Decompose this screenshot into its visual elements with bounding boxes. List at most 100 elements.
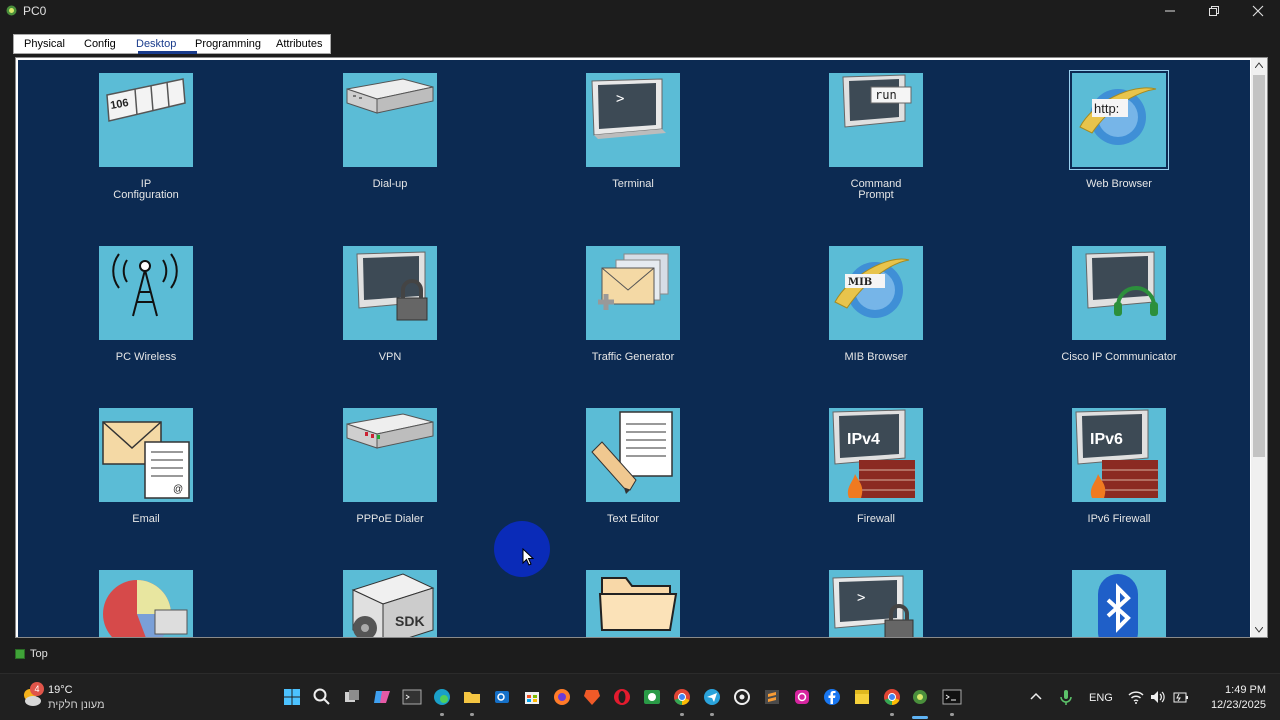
battery-icon[interactable] bbox=[1170, 687, 1190, 707]
chrome-profile-icon[interactable] bbox=[882, 687, 902, 707]
app-label: Web Browser bbox=[1086, 178, 1152, 190]
clock-date[interactable]: 12/23/2025 bbox=[1196, 699, 1266, 711]
app-email[interactable]: @ Email bbox=[58, 408, 238, 558]
tab-programming[interactable]: Programming bbox=[195, 38, 261, 50]
window-title: PC0 bbox=[23, 4, 47, 18]
svg-text:run: run bbox=[875, 88, 897, 102]
outlook-icon[interactable] bbox=[492, 687, 512, 707]
search-icon[interactable] bbox=[312, 687, 332, 707]
vpn-lock-icon bbox=[343, 246, 437, 340]
command-prompt-icon: run bbox=[829, 73, 923, 167]
app-command-prompt[interactable]: run Command Prompt bbox=[788, 73, 968, 223]
scroll-up-button[interactable] bbox=[1251, 58, 1267, 72]
store-icon[interactable] bbox=[522, 687, 542, 707]
maximize-button[interactable] bbox=[1192, 0, 1236, 22]
svg-text:SDK: SDK bbox=[395, 613, 425, 629]
app-label: IP Configuration bbox=[113, 178, 179, 201]
chevron-up-tray-icon[interactable] bbox=[1026, 687, 1046, 707]
facebook-icon[interactable] bbox=[822, 687, 842, 707]
windows-start-icon[interactable] bbox=[282, 687, 302, 707]
app-dial-up[interactable]: Dial-up bbox=[302, 73, 482, 223]
running-indicator bbox=[440, 713, 444, 716]
sublime-icon[interactable] bbox=[762, 687, 782, 707]
chevron-up-icon bbox=[1255, 62, 1263, 68]
desktop-area: 106 IP Configuration Dial-up > Terminal … bbox=[18, 60, 1250, 637]
scroll-down-button[interactable] bbox=[1251, 623, 1267, 637]
running-indicator bbox=[680, 713, 684, 716]
email-icon: @ bbox=[99, 408, 193, 502]
minimize-button[interactable] bbox=[1148, 0, 1192, 22]
tab-physical[interactable]: Physical bbox=[24, 38, 65, 50]
file-explorer-icon[interactable] bbox=[462, 687, 482, 707]
desktop-frame: 106 IP Configuration Dial-up > Terminal … bbox=[15, 57, 1268, 638]
packet-tracer-app-icon bbox=[6, 5, 17, 16]
opera-icon[interactable] bbox=[612, 687, 632, 707]
chatgpt-icon[interactable] bbox=[732, 687, 752, 707]
vertical-scrollbar[interactable] bbox=[1251, 58, 1267, 637]
app-ipv6-firewall[interactable]: IPv6 IPv6 Firewall bbox=[1031, 408, 1211, 558]
tab-config[interactable]: Config bbox=[84, 38, 116, 50]
language-indicator[interactable]: ENG bbox=[1089, 692, 1113, 704]
packet-tracer-icon[interactable] bbox=[910, 687, 930, 707]
app-label: Text Editor bbox=[607, 513, 659, 525]
app-secure-terminal[interactable]: > bbox=[788, 570, 968, 637]
whatsapp-icon[interactable] bbox=[642, 687, 662, 707]
app-cisco-ip-communicator[interactable]: Cisco IP Communicator bbox=[1031, 246, 1211, 396]
modem-icon bbox=[343, 73, 437, 167]
app-label: Dial-up bbox=[372, 178, 408, 190]
wifi-icon[interactable] bbox=[1126, 687, 1146, 707]
weather-widget[interactable]: 4 19°C מעונן חלקית bbox=[18, 682, 148, 714]
app-bluetooth[interactable] bbox=[1031, 570, 1211, 637]
app-traffic-generator[interactable]: Traffic Generator bbox=[545, 246, 725, 396]
app-ip-configuration[interactable]: 106 IP Configuration bbox=[58, 73, 238, 223]
microphone-icon[interactable] bbox=[1056, 687, 1076, 707]
svg-text:IPv6: IPv6 bbox=[1090, 431, 1123, 448]
top-checkbox-label: Top bbox=[30, 648, 48, 660]
app-text-editor[interactable]: Text Editor bbox=[545, 408, 725, 558]
app-label: Terminal bbox=[612, 178, 654, 190]
title-bar: PC0 bbox=[0, 0, 1280, 22]
app-pc-wireless[interactable]: PC Wireless bbox=[58, 246, 238, 396]
app-terminal[interactable]: > Terminal bbox=[545, 73, 725, 223]
brave-icon[interactable] bbox=[582, 687, 602, 707]
app-firewall[interactable]: IPv4 Firewall bbox=[788, 408, 968, 558]
task-view-icon[interactable] bbox=[342, 687, 362, 707]
chrome-icon[interactable] bbox=[672, 687, 692, 707]
volume-icon[interactable] bbox=[1148, 687, 1168, 707]
app-mib-browser[interactable]: MIB MIB Browser bbox=[788, 246, 968, 396]
tab-desktop[interactable]: Desktop bbox=[136, 38, 176, 50]
sticky-notes-icon[interactable] bbox=[852, 687, 872, 707]
running-indicator bbox=[950, 713, 954, 716]
close-button[interactable] bbox=[1236, 0, 1280, 22]
terminal-app-icon[interactable] bbox=[402, 687, 422, 707]
svg-text:MIB: MIB bbox=[848, 277, 872, 288]
app-vpn[interactable]: VPN bbox=[302, 246, 482, 396]
app-files[interactable] bbox=[545, 570, 725, 637]
secure-terminal-icon: > bbox=[829, 570, 923, 637]
terminal-icon: > bbox=[586, 73, 680, 167]
close-icon bbox=[1252, 5, 1264, 17]
top-checkbox[interactable] bbox=[15, 649, 25, 659]
tab-attributes[interactable]: Attributes bbox=[276, 38, 322, 50]
pppoe-dialer-icon bbox=[343, 408, 437, 502]
edge-icon[interactable] bbox=[432, 687, 452, 707]
weather-desc: מעונן חלקית bbox=[48, 699, 105, 711]
traffic-generator-icon bbox=[586, 246, 680, 340]
clock-time[interactable]: 1:49 PM bbox=[1196, 684, 1266, 696]
app-netflow[interactable] bbox=[58, 570, 238, 637]
cmd-icon[interactable] bbox=[942, 687, 962, 707]
app-web-browser[interactable]: http: Web Browser bbox=[1031, 70, 1211, 223]
ipv6-firewall-icon: IPv6 bbox=[1072, 408, 1166, 502]
active-app-indicator bbox=[912, 716, 928, 719]
instagram-icon[interactable] bbox=[792, 687, 812, 707]
svg-text:>: > bbox=[857, 590, 865, 606]
app-sdk[interactable]: SDK bbox=[302, 570, 482, 637]
ip-config-icon: 106 bbox=[99, 73, 193, 167]
copilot-icon[interactable] bbox=[372, 687, 392, 707]
scrollbar-thumb[interactable] bbox=[1253, 75, 1265, 457]
sdk-icon: SDK bbox=[343, 570, 437, 637]
app-pppoe-dialer[interactable]: PPPoE Dialer bbox=[302, 408, 482, 558]
firefox-icon[interactable] bbox=[552, 687, 572, 707]
telegram-icon[interactable] bbox=[702, 687, 722, 707]
bluetooth-icon bbox=[1072, 570, 1166, 637]
